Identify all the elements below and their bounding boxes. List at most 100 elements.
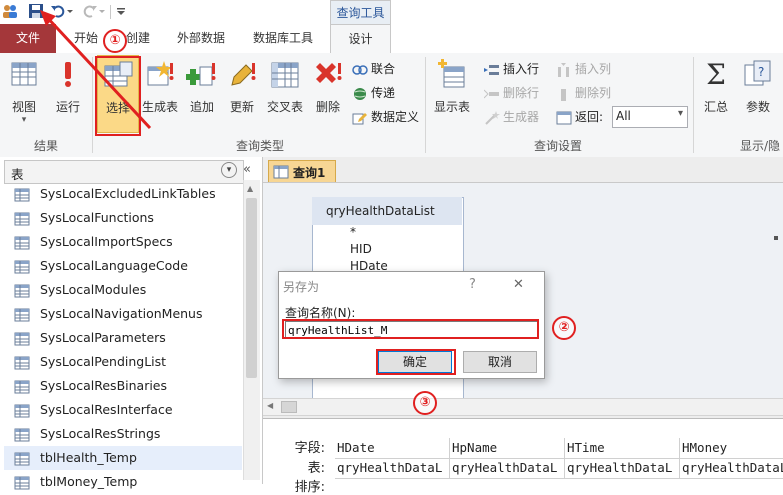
update-label: 更新: [229, 100, 254, 114]
view-label: 视图: [11, 100, 36, 114]
ribbon-divider: [693, 57, 694, 153]
grid-field-cell[interactable]: HpName: [450, 438, 565, 459]
delete-rows-button[interactable]: 删除行: [484, 83, 539, 103]
tab-file[interactable]: 文件: [0, 24, 56, 53]
tab-design[interactable]: 设计: [330, 24, 391, 55]
delete-query-button[interactable]: 删除: [310, 59, 346, 115]
pencil-icon: [231, 63, 256, 86]
grid-field-cell[interactable]: HDate: [335, 438, 450, 459]
nav-table-item[interactable]: SysLocalModules: [14, 278, 146, 302]
nav-table-item[interactable]: tblHealth_Temp: [4, 446, 242, 470]
redo-icon[interactable]: [82, 3, 98, 19]
grid-table-cell[interactable]: qryHealthDataL: [565, 458, 680, 479]
group-results-label: 结果: [33, 139, 58, 153]
table-icon: [14, 308, 30, 321]
table-icon: [14, 452, 30, 465]
tab-external-data[interactable]: 外部数据: [175, 24, 227, 53]
document-tab-query1[interactable]: 查询1: [268, 160, 336, 184]
crosstab-button[interactable]: 交叉表: [264, 59, 306, 115]
field-item[interactable]: HID: [350, 242, 372, 256]
append-label: 追加: [189, 100, 214, 114]
redo-dropdown-icon[interactable]: [98, 3, 106, 19]
delete-rows-label: 删除行: [503, 86, 540, 100]
delete-columns-label: 删除列: [575, 86, 612, 100]
totals-button[interactable]: Σ 汇总: [698, 59, 734, 115]
dialog-help-button[interactable]: ?: [469, 277, 476, 292]
tab-database-tools[interactable]: 数据库工具: [252, 24, 314, 53]
grid-table-cell[interactable]: qryHealthDataL: [450, 458, 565, 479]
undo-dropdown-icon[interactable]: [66, 3, 74, 19]
scroll-up-icon[interactable]: ▲: [247, 184, 253, 193]
data-definition-button[interactable]: 数据定义: [352, 107, 419, 127]
shutter-bar-close-icon[interactable]: «: [243, 162, 251, 177]
pass-through-label: 传递: [371, 86, 396, 100]
nav-table-item[interactable]: SysLocalResBinaries: [14, 374, 167, 398]
nav-table-item[interactable]: SysLocalLanguageCode: [14, 254, 188, 278]
data-definition-label: 数据定义: [371, 110, 420, 124]
field-item[interactable]: *: [350, 225, 356, 239]
nav-pane-header[interactable]: 表 ▾: [4, 160, 244, 184]
append-plus-icon: [186, 63, 216, 86]
totals-label: 汇总: [703, 100, 728, 114]
quick-access-toolbar: [0, 0, 330, 24]
parameters-icon: ?: [744, 60, 771, 86]
nav-table-item-label: SysLocalImportSpecs: [40, 234, 173, 249]
nav-table-item[interactable]: SysLocalNavigationMenus: [14, 302, 203, 326]
svg-text:?: ?: [758, 65, 764, 79]
run-button[interactable]: 运行: [48, 59, 88, 115]
data-definition-pencil-icon: [352, 112, 367, 124]
nav-table-item[interactable]: SysLocalResInterface: [14, 398, 173, 422]
cancel-button[interactable]: 取消: [463, 351, 537, 373]
undo-icon[interactable]: [50, 3, 66, 19]
table-icon: [14, 428, 30, 441]
nav-table-item[interactable]: SysLocalResStrings: [14, 422, 160, 446]
grid-table-cell[interactable]: qryHealthDataL: [335, 458, 450, 479]
nav-scroll-thumb[interactable]: [246, 198, 257, 378]
pass-through-button[interactable]: 传递: [352, 83, 395, 103]
horizontal-scrollbar[interactable]: ◀: [263, 398, 783, 416]
union-button[interactable]: 联合: [352, 59, 395, 79]
builder-button[interactable]: 生成器: [484, 107, 539, 127]
nav-table-item-label: SysLocalModules: [40, 282, 147, 297]
table-icon: [14, 332, 30, 345]
nav-scrollbar[interactable]: ▲: [243, 180, 260, 480]
grid-row-label-sort: 排序:: [294, 480, 325, 495]
dialog-close-button[interactable]: ✕: [513, 277, 524, 292]
grid-table-cell[interactable]: qryHealthDataL: [680, 458, 783, 479]
grid-row-label-table: 表:: [307, 461, 325, 476]
nav-dropdown-icon[interactable]: ▾: [221, 162, 237, 178]
table-icon: [14, 284, 30, 297]
parameters-button[interactable]: ? 参数: [738, 59, 778, 115]
view-dropdown-icon: ▾: [21, 115, 27, 125]
customize-icon[interactable]: [116, 3, 126, 19]
users-icon[interactable]: [2, 3, 18, 19]
nav-table-item[interactable]: tblMoney_Temp: [14, 470, 137, 494]
append-button[interactable]: 追加: [184, 59, 220, 115]
insert-columns-button[interactable]: 插入列: [556, 59, 611, 79]
parameters-label: 参数: [745, 100, 770, 114]
nav-table-item[interactable]: SysLocalImportSpecs: [14, 230, 173, 254]
delete-columns-button[interactable]: 删除列: [556, 83, 611, 103]
nav-table-item[interactable]: SysLocalPendingList: [14, 350, 166, 374]
view-button[interactable]: 视图 ▾: [4, 59, 44, 125]
tab-home[interactable]: 开始: [72, 24, 100, 53]
update-button[interactable]: 更新: [224, 59, 260, 115]
annotation-box-input: [282, 319, 539, 339]
grid-field-cell[interactable]: HMoney: [680, 438, 783, 459]
show-table-button[interactable]: 显示表: [430, 59, 474, 115]
return-select[interactable]: All ▾: [612, 106, 688, 128]
show-table-label: 显示表: [433, 100, 470, 114]
tab-create[interactable]: 创建: [124, 24, 152, 53]
delete-x-icon: [316, 63, 342, 83]
insert-rows-label: 插入行: [503, 62, 540, 76]
horizontal-scroll-thumb[interactable]: [281, 401, 297, 413]
make-table-button[interactable]: 生成表: [140, 59, 180, 115]
insert-rows-button[interactable]: 插入行: [484, 59, 539, 79]
save-icon[interactable]: [28, 3, 44, 19]
scroll-left-icon[interactable]: ◀: [267, 401, 273, 410]
nav-table-item[interactable]: SysLocalParameters: [14, 326, 166, 350]
grid-field-cell[interactable]: HTime: [565, 438, 680, 459]
table-field-list-title[interactable]: qryHealthDataList: [312, 197, 462, 225]
nav-table-item[interactable]: SysLocalFunctions: [14, 206, 154, 230]
nav-table-item[interactable]: SysLocalExcludedLinkTables: [14, 182, 216, 206]
